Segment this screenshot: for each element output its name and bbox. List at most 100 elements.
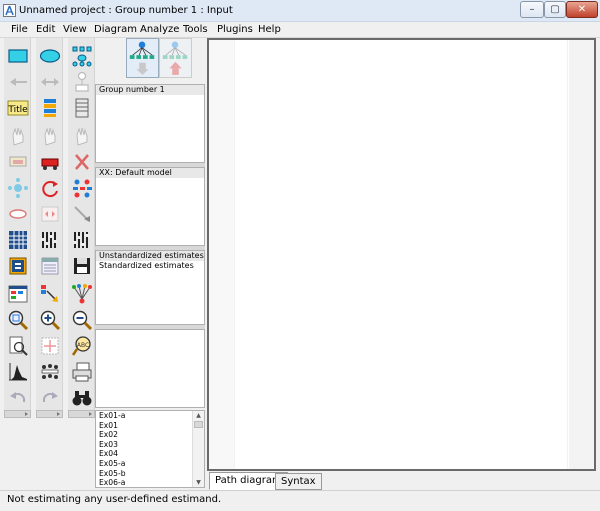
zoom-in-icon[interactable]	[38, 308, 62, 332]
tool-column-1-splitter[interactable]	[4, 410, 31, 418]
title-bar: Unnamed project : Group number 1 : Input…	[0, 0, 600, 22]
groups-list[interactable]: Group number 1	[95, 84, 205, 163]
fit-page-icon[interactable]	[38, 334, 62, 358]
zoom-page-icon[interactable]	[6, 334, 30, 358]
menu-bar: File Edit View Diagram Analyze Tools Plu…	[0, 22, 600, 38]
duplicate-icon[interactable]	[6, 150, 30, 174]
status-bar: Not estimating any user-defined estimand…	[0, 490, 600, 511]
view-output-diagram-icon	[162, 41, 188, 75]
redo-icon[interactable]	[38, 386, 62, 410]
bayesian-icon[interactable]	[6, 360, 30, 384]
select-one-icon[interactable]	[6, 124, 30, 148]
reflect-icon[interactable]	[70, 176, 94, 200]
double-arrow-icon[interactable]	[38, 70, 62, 94]
file-item[interactable]: Ex01-a	[96, 411, 204, 421]
window-title: Unnamed project : Group number 1 : Input	[19, 5, 233, 16]
select-all-icon[interactable]	[38, 124, 62, 148]
rectangle-icon[interactable]	[6, 44, 30, 68]
move-icon[interactable]	[38, 150, 62, 174]
drag-properties-icon[interactable]	[6, 282, 30, 306]
tool-column-2-splitter[interactable]	[36, 410, 63, 418]
tool-column-3-splitter[interactable]	[68, 410, 95, 418]
tool-palette-splitters	[4, 410, 95, 418]
shape-change-icon[interactable]	[6, 176, 30, 200]
estimate-item-standardized[interactable]: Standardized estimates	[96, 261, 204, 271]
files-list[interactable]: Ex01-a Ex01 Ex02 Ex03 Ex04 Ex05-a Ex05-b…	[95, 410, 205, 488]
save-icon[interactable]	[70, 254, 94, 278]
preserve-symmetries-icon[interactable]	[38, 282, 62, 306]
minimize-button[interactable]: –	[520, 1, 544, 18]
model-item[interactable]: XX: Default model	[96, 168, 204, 178]
list-data-icon[interactable]	[70, 96, 94, 120]
close-icon: ✕	[577, 4, 587, 15]
scrollbar-thumb[interactable]	[194, 421, 203, 428]
view-toggle-group	[126, 38, 192, 78]
menu-analyze[interactable]: Analyze	[140, 24, 179, 35]
list-variables-icon[interactable]	[38, 96, 62, 120]
multiple-group-analysis-icon[interactable]	[38, 360, 62, 384]
group-item[interactable]: Group number 1	[96, 85, 204, 95]
amos-app-icon[interactable]	[3, 4, 16, 17]
deselect-icon[interactable]	[70, 124, 94, 148]
menu-help[interactable]: Help	[258, 24, 281, 35]
estimate-item-unstandardized[interactable]: Unstandardized estimates	[96, 251, 204, 261]
single-arrow-icon[interactable]	[6, 70, 30, 94]
indicator-icon[interactable]	[70, 44, 94, 68]
file-item[interactable]: Ex03	[96, 440, 204, 450]
menu-tools[interactable]: Tools	[183, 24, 208, 35]
menu-view[interactable]: View	[63, 24, 87, 35]
data-files-icon[interactable]	[6, 228, 30, 252]
ellipse-icon[interactable]	[38, 44, 62, 68]
file-item[interactable]: Ex05-b	[96, 469, 204, 479]
view-input-button[interactable]	[126, 38, 159, 78]
move-parameter-icon[interactable]	[6, 202, 30, 226]
minimize-icon: –	[529, 4, 535, 15]
scroll-icon[interactable]	[38, 202, 62, 226]
scroll-down-icon[interactable]: ▼	[195, 479, 202, 486]
close-button[interactable]: ✕	[566, 1, 598, 18]
path-diagram-canvas[interactable]	[207, 38, 596, 471]
touch-up-icon[interactable]	[70, 202, 94, 226]
menu-file[interactable]: File	[11, 24, 28, 35]
svg-text:ABC: ABC	[77, 342, 89, 349]
menu-diagram[interactable]: Diagram	[94, 24, 137, 35]
files-list-scrollbar[interactable]: ▲ ▼	[192, 411, 204, 487]
models-list[interactable]: XX: Default model	[95, 167, 205, 246]
maximize-button[interactable]: ▢	[544, 1, 566, 18]
canvas-margin-right	[569, 40, 594, 469]
file-item[interactable]: Ex06-a	[96, 478, 204, 487]
undo-icon[interactable]	[6, 386, 30, 410]
analysis-properties-icon[interactable]	[38, 228, 62, 252]
specification-search-icon[interactable]	[70, 386, 94, 410]
diagram-page[interactable]	[234, 40, 568, 469]
view-output-button[interactable]	[159, 38, 192, 78]
maximize-icon: ▢	[550, 4, 560, 15]
scroll-up-icon[interactable]: ▲	[195, 412, 202, 419]
rotate-icon[interactable]	[38, 176, 62, 200]
print-icon[interactable]	[70, 360, 94, 384]
status-text: Not estimating any user-defined estimand…	[7, 494, 222, 505]
estimates-list[interactable]: Unstandardized estimates Standardized es…	[95, 250, 205, 325]
computation-summary-panel	[95, 329, 205, 408]
zoom-select-icon[interactable]	[6, 308, 30, 332]
file-item[interactable]: Ex01	[96, 421, 204, 431]
calculate-icon[interactable]	[70, 228, 94, 252]
tab-syntax[interactable]: Syntax	[275, 473, 322, 490]
unique-variable-icon[interactable]	[70, 70, 94, 94]
canvas-margin-left	[209, 40, 234, 469]
zoom-out-icon[interactable]	[70, 308, 94, 332]
menu-edit[interactable]: Edit	[36, 24, 55, 35]
multiple-groups-icon[interactable]	[70, 282, 94, 306]
loupe-icon[interactable]: ABC	[70, 334, 94, 358]
title-icon[interactable]: Title	[6, 96, 30, 120]
menu-plugins[interactable]: Plugins	[217, 24, 253, 35]
file-item[interactable]: Ex05-a	[96, 459, 204, 469]
object-properties-icon[interactable]	[38, 254, 62, 278]
view-input-diagram-icon	[129, 41, 155, 75]
view-tabs: Path diagram Syntax	[207, 471, 596, 490]
file-item[interactable]: Ex04	[96, 449, 204, 459]
erase-icon[interactable]	[70, 150, 94, 174]
tool-palette: Title ABC	[4, 38, 95, 410]
file-item[interactable]: Ex02	[96, 430, 204, 440]
view-text-icon[interactable]	[6, 254, 30, 278]
